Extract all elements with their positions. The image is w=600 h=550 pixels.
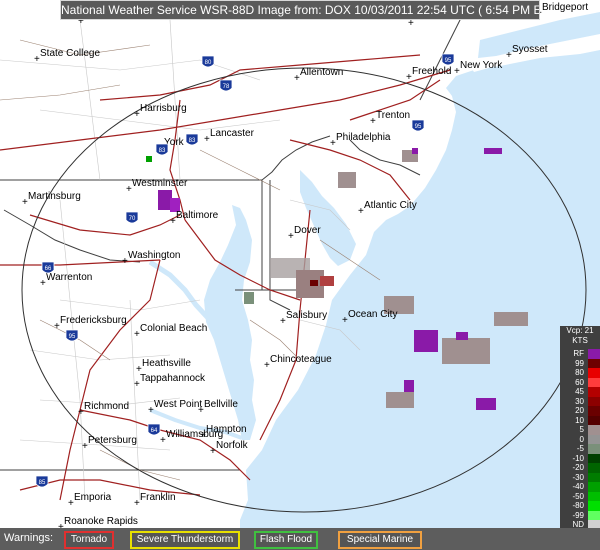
legend-header: Vcp: 21 KTS <box>560 326 600 348</box>
city-label: Emporia <box>74 492 112 503</box>
city-label: Ocean City <box>348 309 397 320</box>
interstate-shield-icon: 95 <box>65 329 79 342</box>
city-label: Baltimore <box>176 210 219 221</box>
interstate-shield-number: 66 <box>45 266 52 272</box>
warnings-label: Warnings: <box>4 532 54 544</box>
interstate-shield-number: 95 <box>69 334 76 340</box>
city-label: Atlantic City <box>364 200 417 211</box>
interstate-shield-number: 85 <box>39 480 46 486</box>
city-label: Franklin <box>140 492 176 503</box>
radar-map: +State College+Allentown+Harrisburg+Lanc… <box>0 0 600 550</box>
interstate-shield-icon: 83 <box>155 143 169 156</box>
interstate-shield-icon: 66 <box>41 261 55 274</box>
city-label: Warrenton <box>46 272 92 283</box>
interstate-shield-number: 83 <box>159 148 166 154</box>
city-label: Richmond <box>84 401 129 412</box>
city-label: Roanoke Rapids <box>64 516 138 527</box>
header-local: ( 6:54 PM EDT) <box>478 3 539 17</box>
city-label: Allentown <box>300 67 343 78</box>
interstate-shield-icon: 95 <box>411 119 425 132</box>
interstate-shield-number: 95 <box>415 124 422 130</box>
legend-units: KTS <box>572 336 588 345</box>
echo-cluster-11 <box>476 398 496 410</box>
city-label: West Point <box>154 399 202 410</box>
city-label: Petersburg <box>88 435 137 446</box>
city-label: Lancaster <box>210 128 255 139</box>
city-label: Philadelphia <box>336 132 391 143</box>
city-label: Westminster <box>132 178 188 189</box>
city-label: Heathsville <box>142 358 191 369</box>
interstate-shield-number: 78 <box>223 84 230 90</box>
velocity-legend: Vcp: 21 KTS RF 99 80 60 45 30 20 10 5 0 -5 -10 -20 -3… <box>560 326 600 530</box>
city-label: Fredericksburg <box>60 315 127 326</box>
city-label: Hampton <box>206 424 247 435</box>
header-utc: 10/03/2011 22:54 UTC <box>354 3 475 17</box>
echo-cluster-3 <box>484 148 502 154</box>
header-title: National Weather Service WSR-88D Image f… <box>61 3 351 17</box>
interstate-shield-icon: 85 <box>35 475 49 488</box>
echo-cluster-4 <box>338 172 356 188</box>
warning-special-marine: Special Marine <box>338 531 422 549</box>
city-label: Bridgeport <box>542 2 588 13</box>
city-label: Dover <box>294 225 321 236</box>
city-label: Freehold <box>412 66 451 77</box>
interstate-shield-icon: 95 <box>441 53 455 66</box>
interstate-shield-icon: 83 <box>185 133 199 146</box>
interstate-shield-number: 70 <box>129 216 136 222</box>
interstate-shield-icon: 80 <box>201 55 215 68</box>
echo-cluster-7 <box>494 312 528 326</box>
city-label: Trenton <box>376 110 410 121</box>
interstate-shield-number: 64 <box>151 428 158 434</box>
legend-title: Vcp: 21 <box>566 326 594 335</box>
city-label: Bellville <box>204 399 238 410</box>
city-label: Norfolk <box>216 440 249 451</box>
interstate-shield-icon: 70 <box>125 211 139 224</box>
warning-severe-thunderstorm: Severe Thunderstorm <box>130 531 240 549</box>
city-label: New York <box>460 60 503 71</box>
interstate-shield-number: 95 <box>445 58 452 64</box>
city-label: Syosset <box>512 44 548 55</box>
interstate-shield-number: 83 <box>189 138 196 144</box>
warnings-bar: Warnings: Tornado Severe Thunderstorm Flas… <box>0 528 600 550</box>
warning-flash-flood: Flash Flood <box>254 531 318 549</box>
echo-cluster-8 <box>414 330 438 352</box>
interstate-shield-number: 80 <box>205 60 212 66</box>
interstate-shield-icon: 64 <box>147 423 161 436</box>
warning-tornado: Tornado <box>64 531 114 549</box>
city-label: State College <box>40 48 100 59</box>
city-label: Chincoteague <box>270 354 332 365</box>
interstate-shield-icon: 78 <box>219 79 233 92</box>
city-label: Salisbury <box>286 310 327 321</box>
city-label: Colonial Beach <box>140 323 207 334</box>
city-label: Tappahannock <box>140 373 206 384</box>
header-bar: National Weather Service WSR-88D Image f… <box>60 0 540 20</box>
echo-cluster-2 <box>402 148 418 162</box>
city-label: Harrisburg <box>140 103 187 114</box>
city-label: Martinsburg <box>28 191 81 202</box>
city-label: Washington <box>128 250 180 261</box>
